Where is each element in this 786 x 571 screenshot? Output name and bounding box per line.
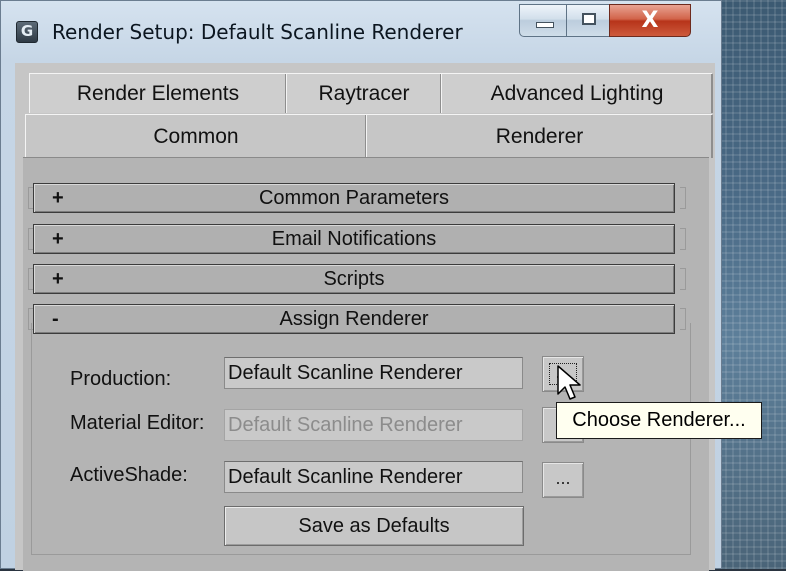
rollout-title: Common Parameters	[258, 187, 450, 209]
rollout-bracket-right	[680, 268, 686, 290]
rollout-bracket-right	[680, 187, 686, 209]
app-icon-glyph: G	[20, 22, 34, 40]
material-editor-label: Material Editor:	[70, 412, 205, 434]
save-as-defaults-button[interactable]: Save as Defaults	[224, 506, 524, 546]
minimize-icon	[536, 22, 554, 28]
collapse-icon: -	[52, 308, 59, 330]
rollout-common-parameters[interactable]: + Common Parameters	[33, 183, 675, 213]
rollout-bracket-right	[680, 228, 686, 250]
rollout-bracket-right	[680, 308, 686, 330]
tab-render-elements[interactable]: Render Elements	[29, 73, 287, 113]
close-icon: X	[641, 8, 659, 33]
tab-raytracer[interactable]: Raytracer	[286, 73, 442, 113]
close-button[interactable]: X	[609, 4, 691, 37]
expand-icon: +	[52, 228, 64, 250]
maximize-button[interactable]	[566, 4, 610, 37]
choose-activeshade-renderer-button[interactable]: ...	[542, 462, 584, 498]
production-renderer-field: Default Scanline Renderer	[224, 357, 523, 389]
rollout-title: Scripts	[323, 268, 385, 290]
tab-common[interactable]: Common	[25, 114, 367, 158]
window-title: Render Setup: Default Scanline Renderer	[52, 20, 463, 44]
activeshade-label: ActiveShade:	[70, 464, 188, 486]
rollout-scripts[interactable]: + Scripts	[33, 264, 675, 294]
expand-icon: +	[52, 187, 64, 209]
desktop-background	[718, 0, 786, 569]
maximize-icon	[582, 13, 596, 25]
material-editor-renderer-field: Default Scanline Renderer	[224, 409, 523, 441]
expand-icon: +	[52, 268, 64, 290]
tab-renderer[interactable]: Renderer	[366, 114, 713, 158]
app-icon[interactable]: G	[16, 21, 38, 43]
tab-advanced-lighting[interactable]: Advanced Lighting	[441, 73, 713, 113]
choose-renderer-tooltip: Choose Renderer...	[556, 402, 762, 439]
minimize-button[interactable]	[519, 4, 567, 37]
rollout-email-notifications[interactable]: + Email Notifications	[33, 224, 675, 254]
title-bar[interactable]: G Render Setup: Default Scanline Rendere…	[1, 1, 721, 63]
rollout-title: Assign Renderer	[279, 308, 429, 330]
rollout-title: Email Notifications	[271, 228, 437, 250]
render-setup-window: G Render Setup: Default Scanline Rendere…	[0, 0, 722, 571]
activeshade-renderer-field: Default Scanline Renderer	[224, 461, 523, 493]
production-label: Production:	[70, 368, 172, 390]
rollout-assign-renderer[interactable]: - Assign Renderer	[33, 304, 675, 334]
mouse-cursor-icon	[557, 365, 581, 400]
